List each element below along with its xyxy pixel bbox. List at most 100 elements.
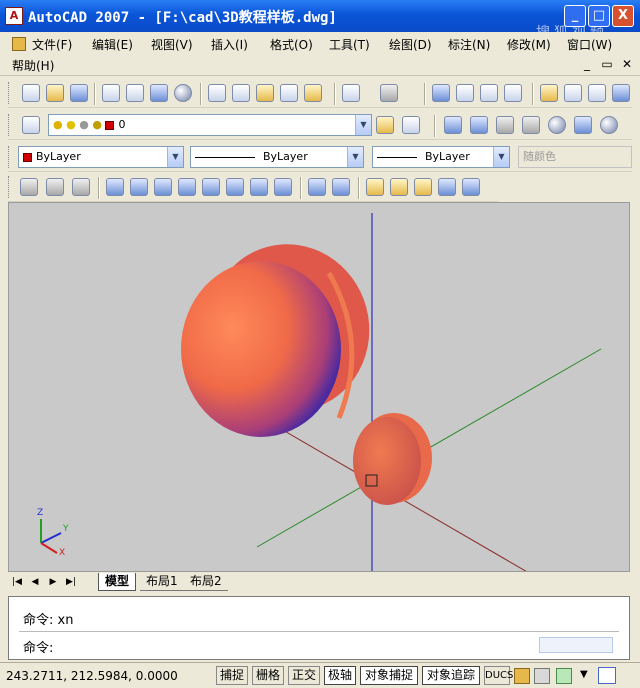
document-icon[interactable] xyxy=(12,37,26,51)
polysolid-icon[interactable] xyxy=(444,116,462,134)
last-tab-button[interactable]: ▶| xyxy=(64,575,78,589)
command-prompt[interactable]: 命令: xyxy=(23,637,53,656)
status-menu-arrow-icon[interactable]: ▼ xyxy=(580,669,588,680)
menu-help[interactable]: 帮助(H) xyxy=(12,57,54,74)
menu-edit[interactable]: 编辑(E) xyxy=(92,36,133,53)
intersect-icon[interactable] xyxy=(72,178,90,196)
block-editor-icon[interactable] xyxy=(304,84,322,102)
open-icon[interactable] xyxy=(46,84,64,102)
polar-toggle[interactable]: 极轴 xyxy=(324,666,356,685)
command-scrollbar[interactable] xyxy=(539,637,613,653)
chevron-down-icon[interactable]: ▼ xyxy=(167,147,183,167)
subtract-icon[interactable] xyxy=(46,178,64,196)
save-icon[interactable] xyxy=(70,84,88,102)
minimize-button[interactable]: _ xyxy=(564,5,586,27)
make-current-layer-icon[interactable] xyxy=(376,116,394,134)
menu-format[interactable]: 格式(O) xyxy=(270,36,313,53)
tray-settings-icon[interactable] xyxy=(514,668,530,684)
close-button[interactable]: X xyxy=(612,5,634,27)
clean-screen-icon[interactable] xyxy=(598,667,616,684)
menu-view[interactable]: 视图(V) xyxy=(151,36,193,53)
toolbar-lock-icon[interactable] xyxy=(556,668,572,684)
print-icon[interactable] xyxy=(102,84,120,102)
drawing-viewport[interactable]: Z Y X xyxy=(8,202,630,572)
design-center-icon[interactable] xyxy=(564,84,582,102)
chevron-down-icon[interactable]: ▼ xyxy=(347,147,363,167)
lineweight-dropdown[interactable]: ByLayer ▼ xyxy=(372,146,510,168)
tab-model[interactable]: 模型 xyxy=(98,573,137,591)
plot-preview-icon[interactable] xyxy=(126,84,144,102)
color-faces-icon[interactable] xyxy=(274,178,292,196)
box-icon[interactable] xyxy=(470,116,488,134)
layer-previous-icon[interactable] xyxy=(402,116,420,134)
next-tab-button[interactable]: ▶ xyxy=(46,575,60,589)
maximize-button[interactable]: □ xyxy=(588,5,610,27)
copy-faces-icon[interactable] xyxy=(250,178,268,196)
delete-faces-icon[interactable] xyxy=(178,178,196,196)
pan-icon[interactable] xyxy=(432,84,450,102)
color-dropdown[interactable]: ByLayer ▼ xyxy=(18,146,184,168)
copy-edges-icon[interactable] xyxy=(308,178,326,196)
chevron-down-icon[interactable]: ▼ xyxy=(493,147,509,167)
shell-icon[interactable] xyxy=(438,178,456,196)
grid-toggle[interactable]: 栅格 xyxy=(252,666,284,685)
menu-modify[interactable]: 修改(M) xyxy=(507,36,551,53)
prev-tab-button[interactable]: ◀ xyxy=(28,575,42,589)
taper-faces-icon[interactable] xyxy=(226,178,244,196)
ducs-toggle[interactable]: DUCS xyxy=(484,666,513,685)
menu-draw[interactable]: 绘图(D) xyxy=(389,36,432,53)
menu-window[interactable]: 窗口(W) xyxy=(567,36,612,53)
doc-restore-button[interactable]: ▭ xyxy=(600,57,614,71)
paste-icon[interactable] xyxy=(256,84,274,102)
ortho-toggle[interactable]: 正交 xyxy=(288,666,320,685)
revolved-solid-large[interactable] xyxy=(181,261,341,437)
zoom-previous-icon[interactable] xyxy=(504,84,522,102)
union-icon[interactable] xyxy=(20,178,38,196)
new-icon[interactable] xyxy=(22,84,40,102)
color-edges-icon[interactable] xyxy=(332,178,350,196)
chevron-down-icon[interactable]: ▼ xyxy=(355,115,371,135)
disk-solid-front[interactable] xyxy=(353,417,421,505)
zoom-window-icon[interactable] xyxy=(480,84,498,102)
menu-file[interactable]: 文件(F) xyxy=(32,36,72,53)
snap-toggle[interactable]: 捕捉 xyxy=(216,666,248,685)
separate-icon[interactable] xyxy=(414,178,432,196)
publish-icon[interactable] xyxy=(150,84,168,102)
copy-icon[interactable] xyxy=(232,84,250,102)
sheet-set-icon[interactable] xyxy=(612,84,630,102)
extrude-faces-icon[interactable] xyxy=(106,178,124,196)
imprint-icon[interactable] xyxy=(366,178,384,196)
offset-faces-icon[interactable] xyxy=(154,178,172,196)
properties-icon[interactable] xyxy=(540,84,558,102)
cone-icon[interactable] xyxy=(522,116,540,134)
cylinder-icon[interactable] xyxy=(574,116,592,134)
tab-layout2[interactable]: 布局2 xyxy=(184,573,228,591)
title-bar[interactable]: A AutoCAD 2007 - [F:\cad\3D教程样板.dwg] 搜狐视… xyxy=(0,0,640,41)
undo-icon[interactable] xyxy=(342,84,360,102)
cut-icon[interactable] xyxy=(208,84,226,102)
zoom-realtime-icon[interactable] xyxy=(456,84,474,102)
menu-dimension[interactable]: 标注(N) xyxy=(448,36,490,53)
autocad-app-icon[interactable]: A xyxy=(5,7,23,25)
model-space-canvas[interactable]: Z Y X xyxy=(9,203,630,572)
tool-palettes-icon[interactable] xyxy=(588,84,606,102)
first-tab-button[interactable]: |◀ xyxy=(10,575,24,589)
lock-icon[interactable] xyxy=(534,668,550,684)
menu-insert[interactable]: 插入(I) xyxy=(211,36,248,53)
linetype-dropdown[interactable]: ByLayer ▼ xyxy=(190,146,364,168)
otrack-toggle[interactable]: 对象追踪 xyxy=(422,666,480,685)
coordinate-readout[interactable]: 243.2711, 212.5984, 0.0000 xyxy=(6,669,178,683)
doc-minimize-button[interactable]: _ xyxy=(580,57,594,71)
move-faces-icon[interactable] xyxy=(130,178,148,196)
sphere-icon[interactable] xyxy=(548,116,566,134)
torus-icon[interactable] xyxy=(600,116,618,134)
check-icon[interactable] xyxy=(462,178,480,196)
redo-icon[interactable] xyxy=(380,84,398,102)
clean-icon[interactable] xyxy=(390,178,408,196)
layer-manager-icon[interactable] xyxy=(22,116,40,134)
doc-close-button[interactable]: ✕ xyxy=(620,57,634,71)
menu-tools[interactable]: 工具(T) xyxy=(329,36,370,53)
match-properties-icon[interactable] xyxy=(280,84,298,102)
command-window[interactable]: 命令: xn 命令: xyxy=(8,596,630,660)
tab-layout1[interactable]: 布局1 xyxy=(140,573,184,591)
